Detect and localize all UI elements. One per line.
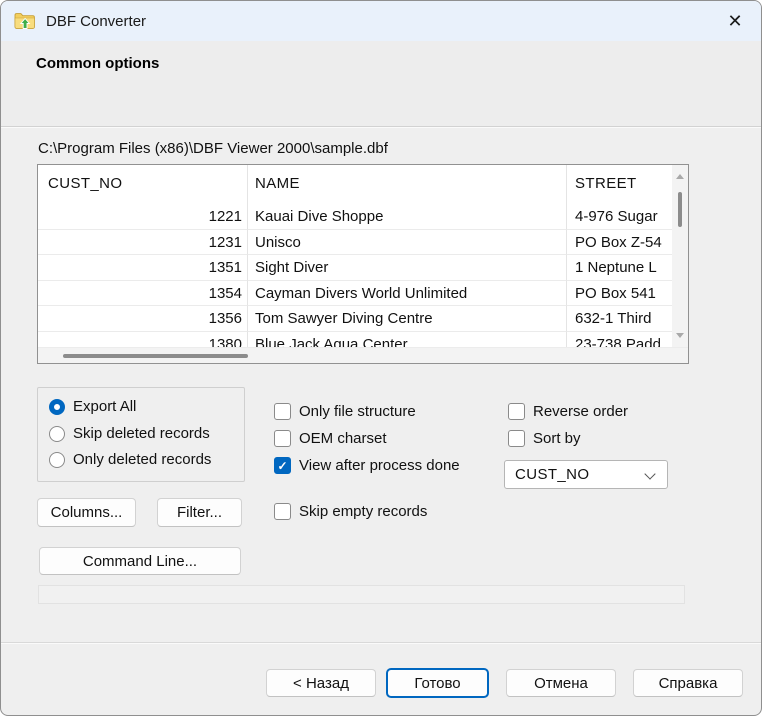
cell-custno: 1354: [38, 281, 248, 307]
close-icon[interactable]: ✕: [721, 7, 749, 35]
checkbox-icon[interactable]: [508, 430, 525, 447]
app-icon: [14, 11, 36, 31]
window-title: DBF Converter: [46, 13, 146, 30]
checkbox-only-file-structure[interactable]: Only file structure: [274, 403, 416, 420]
progress-bar: [38, 585, 685, 604]
cancel-button[interactable]: Отмена: [506, 669, 616, 697]
titlebar[interactable]: DBF Converter ✕: [1, 1, 761, 41]
radio-export-all[interactable]: Export All: [49, 398, 136, 415]
cell-street: 632-1 Third: [567, 306, 672, 332]
table-header-row: CUST_NO NAME STREET: [38, 165, 688, 204]
sort-field-combobox[interactable]: CUST_NO: [504, 460, 668, 489]
table-row: 1231 Unisco PO Box Z-54: [38, 230, 672, 256]
cell-custno: 1380: [38, 332, 248, 348]
filter-button[interactable]: Filter...: [157, 498, 242, 527]
checkbox-icon[interactable]: [274, 403, 291, 420]
radio-skip-deleted[interactable]: Skip deleted records: [49, 425, 210, 442]
scroll-up-icon[interactable]: [676, 174, 684, 179]
scroll-down-icon[interactable]: [676, 333, 684, 338]
radio-icon[interactable]: [49, 452, 65, 468]
footer-divider: [1, 642, 761, 644]
file-path-label: C:\Program Files (x86)\DBF Viewer 2000\s…: [38, 140, 388, 157]
checkbox-label: Sort by: [533, 430, 581, 447]
column-header-name[interactable]: NAME: [248, 165, 567, 204]
export-mode-group: Export All Skip deleted records Only del…: [37, 387, 245, 482]
radio-label: Export All: [73, 398, 136, 415]
column-header-custno[interactable]: CUST_NO: [38, 165, 248, 204]
table-row: 1380 Blue Jack Aqua Center 23-738 Padd: [38, 332, 672, 348]
cell-custno: 1231: [38, 230, 248, 256]
cell-street: 1 Neptune L: [567, 255, 672, 281]
vertical-scrollbar[interactable]: [672, 165, 688, 347]
cell-name: Blue Jack Aqua Center: [248, 332, 567, 348]
column-header-street[interactable]: STREET: [567, 165, 688, 204]
radio-label: Only deleted records: [73, 451, 211, 468]
table-row: 1351 Sight Diver 1 Neptune L: [38, 255, 672, 281]
dbf-preview-table: CUST_NO NAME STREET 1221 Kauai Dive Shop…: [37, 164, 689, 364]
checkbox-icon[interactable]: ✓: [274, 457, 291, 474]
table-row: 1354 Cayman Divers World Unlimited PO Bo…: [38, 281, 672, 307]
cell-street: 23-738 Padd: [567, 332, 672, 348]
cell-name: Cayman Divers World Unlimited: [248, 281, 567, 307]
checkbox-sort-by[interactable]: Sort by: [508, 430, 581, 447]
checkbox-label: Skip empty records: [299, 503, 427, 520]
table-row: 1356 Tom Sawyer Diving Centre 632-1 Thir…: [38, 306, 672, 332]
cell-street: PO Box 541: [567, 281, 672, 307]
radio-icon[interactable]: [49, 426, 65, 442]
cell-name: Kauai Dive Shoppe: [248, 204, 567, 230]
columns-button[interactable]: Columns...: [37, 498, 136, 527]
checkbox-icon[interactable]: [508, 403, 525, 420]
cell-custno: 1221: [38, 204, 248, 230]
radio-only-deleted[interactable]: Only deleted records: [49, 451, 211, 468]
checkbox-label: OEM charset: [299, 430, 387, 447]
radio-label: Skip deleted records: [73, 425, 210, 442]
vertical-scroll-thumb[interactable]: [678, 192, 682, 227]
dbf-converter-dialog: DBF Converter ✕ Common options C:\Progra…: [0, 0, 762, 716]
radio-icon[interactable]: [49, 399, 65, 415]
checkbox-oem-charset[interactable]: OEM charset: [274, 430, 387, 447]
header-band: Common options: [1, 41, 761, 127]
help-button[interactable]: Справка: [633, 669, 743, 697]
checkbox-icon[interactable]: [274, 503, 291, 520]
finish-button[interactable]: Готово: [386, 668, 489, 698]
checkbox-label: Reverse order: [533, 403, 628, 420]
cell-name: Sight Diver: [248, 255, 567, 281]
horizontal-scroll-thumb[interactable]: [63, 354, 248, 358]
checkbox-label: Only file structure: [299, 403, 416, 420]
table-row: 1221 Kauai Dive Shoppe 4-976 Sugar: [38, 204, 672, 230]
chevron-down-icon: [644, 468, 655, 479]
check-glyph: ✓: [277, 460, 287, 472]
checkbox-reverse-order[interactable]: Reverse order: [508, 403, 628, 420]
cell-name: Tom Sawyer Diving Centre: [248, 306, 567, 332]
command-line-button[interactable]: Command Line...: [39, 547, 241, 575]
horizontal-scrollbar[interactable]: [38, 347, 688, 363]
checkbox-label: View after process done: [299, 457, 460, 474]
checkbox-icon[interactable]: [274, 430, 291, 447]
back-button[interactable]: < Назад: [266, 669, 376, 697]
cell-custno: 1356: [38, 306, 248, 332]
cell-street: PO Box Z-54: [567, 230, 672, 256]
cell-street: 4-976 Sugar: [567, 204, 672, 230]
cell-name: Unisco: [248, 230, 567, 256]
table-body: 1221 Kauai Dive Shoppe 4-976 Sugar 1231 …: [38, 204, 672, 347]
cell-custno: 1351: [38, 255, 248, 281]
page-title: Common options: [36, 55, 159, 72]
checkbox-view-after-process[interactable]: ✓ View after process done: [274, 457, 460, 474]
combobox-value: CUST_NO: [515, 466, 589, 483]
checkbox-skip-empty[interactable]: Skip empty records: [274, 503, 427, 520]
